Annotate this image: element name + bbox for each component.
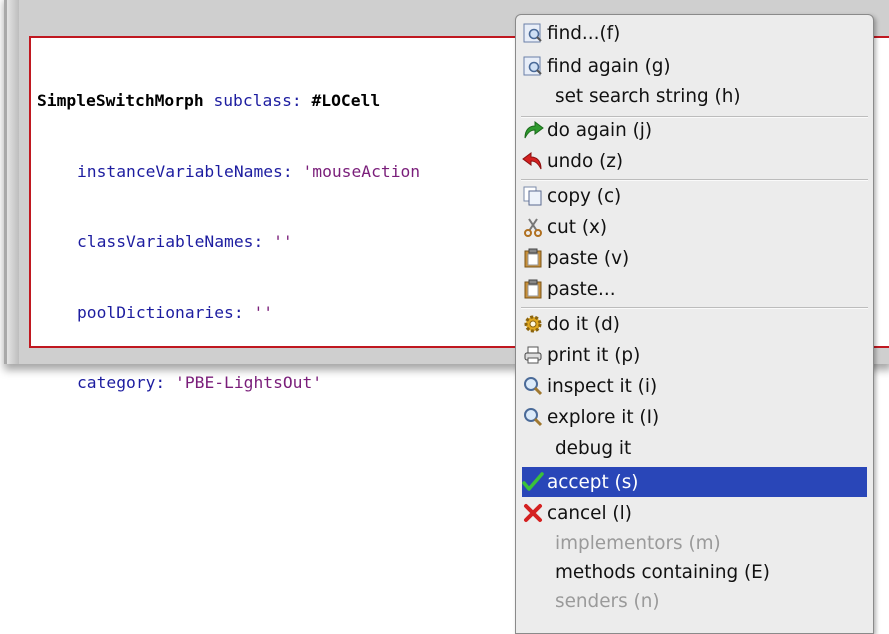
menu-item-find[interactable]: find...(f) — [522, 18, 867, 48]
clipboard-icon — [522, 278, 544, 300]
code-line-1: SimpleSwitchMorph subclass: #LOCell — [37, 89, 420, 113]
menu-item-label: cancel (l) — [547, 502, 632, 524]
menu-item-label: inspect it (i) — [547, 375, 658, 397]
menu-item-explore-it[interactable]: explore it (I) — [522, 402, 867, 432]
scissors-icon — [522, 216, 544, 238]
message-keyword: subclass: — [213, 91, 302, 110]
menu-item-do-again[interactable]: do again (j) — [522, 115, 867, 145]
magnifier-icon — [522, 375, 544, 397]
category-keyword: category: — [77, 373, 166, 392]
menu-item-label: find again (g) — [547, 55, 671, 77]
code-line-3: classVariableNames: '' — [37, 230, 420, 254]
class-symbol: #LOCell — [311, 91, 381, 110]
menu-item-undo[interactable]: undo (z) — [522, 146, 867, 176]
gear-icon — [522, 313, 544, 335]
menu-item-debug-it[interactable]: debug it — [522, 433, 867, 463]
clipboard-icon — [522, 247, 544, 269]
menu-item-label: undo (z) — [547, 150, 624, 172]
menu-item-methods-containing[interactable]: methods containing (E) — [522, 557, 867, 587]
menu-item-label: print it (p) — [547, 344, 641, 366]
menu-item-copy[interactable]: copy (c) — [522, 181, 867, 211]
menu-item-label: explore it (I) — [547, 406, 660, 428]
menu-item-label: do again (j) — [547, 119, 653, 141]
menu-item-label: paste... — [547, 278, 616, 300]
menu-item-cancel[interactable]: cancel (l) — [522, 498, 867, 528]
class-vars-keyword: classVariableNames: — [77, 232, 264, 251]
class-definition-code[interactable]: SimpleSwitchMorph subclass: #LOCell inst… — [37, 42, 420, 442]
menu-item-accept[interactable]: accept (s) — [522, 467, 867, 497]
code-line-4: poolDictionaries: '' — [37, 301, 420, 325]
menu-item-do-it[interactable]: do it (d) — [522, 309, 867, 339]
menu-item-label: set search string (h) — [555, 85, 741, 107]
find-again-icon — [522, 55, 544, 77]
menu-item-inspect-it[interactable]: inspect it (i) — [522, 371, 867, 401]
menu-item-set-search-string[interactable]: set search string (h) — [522, 81, 867, 111]
menu-item-label: implementors (m) — [555, 532, 721, 554]
find-icon — [522, 22, 544, 44]
menu-item-label: methods containing (E) — [555, 561, 770, 583]
menu-item-label: find...(f) — [547, 22, 621, 44]
menu-item-implementors[interactable]: implementors (m) — [522, 528, 867, 558]
menu-item-label: senders (n) — [555, 590, 660, 612]
menu-item-label: accept (s) — [547, 471, 639, 493]
copy-icon — [522, 185, 544, 207]
redo-arrow-icon — [522, 119, 544, 141]
pool-dicts-keyword: poolDictionaries: — [77, 302, 244, 322]
undo-arrow-icon — [522, 150, 544, 172]
instance-vars-keyword: instanceVariableNames: — [77, 161, 293, 181]
red-x-icon — [522, 502, 544, 524]
class-vars-value: '' — [273, 232, 293, 251]
menu-item-paste-more[interactable]: paste... — [522, 274, 867, 304]
pool-dicts-value: '' — [253, 302, 274, 322]
checkmark-icon — [522, 471, 544, 493]
code-line-2: instanceVariableNames: 'mouseAction — [37, 160, 420, 184]
printer-icon — [522, 344, 544, 366]
menu-item-paste[interactable]: paste (v) — [522, 243, 867, 273]
context-menu: find...(f) find again (g) set search str… — [515, 14, 874, 634]
instance-vars-value: 'mouseAction — [302, 161, 421, 181]
menu-item-label: copy (c) — [547, 185, 622, 207]
code-line-5: category: 'PBE-LightsOut' — [37, 371, 420, 395]
menu-item-find-again[interactable]: find again (g) — [522, 51, 867, 81]
menu-item-cut[interactable]: cut (x) — [522, 212, 867, 242]
menu-item-label: do it (d) — [547, 313, 620, 335]
menu-item-label: paste (v) — [547, 247, 630, 269]
menu-item-label: debug it — [555, 437, 632, 459]
menu-item-label: cut (x) — [547, 216, 608, 238]
menu-item-senders[interactable]: senders (n) — [522, 586, 867, 616]
receiver-class-name: SimpleSwitchMorph — [37, 91, 204, 110]
magnifier-icon — [522, 406, 544, 428]
menu-item-print-it[interactable]: print it (p) — [522, 340, 867, 370]
category-value: 'PBE-LightsOut' — [175, 373, 323, 392]
